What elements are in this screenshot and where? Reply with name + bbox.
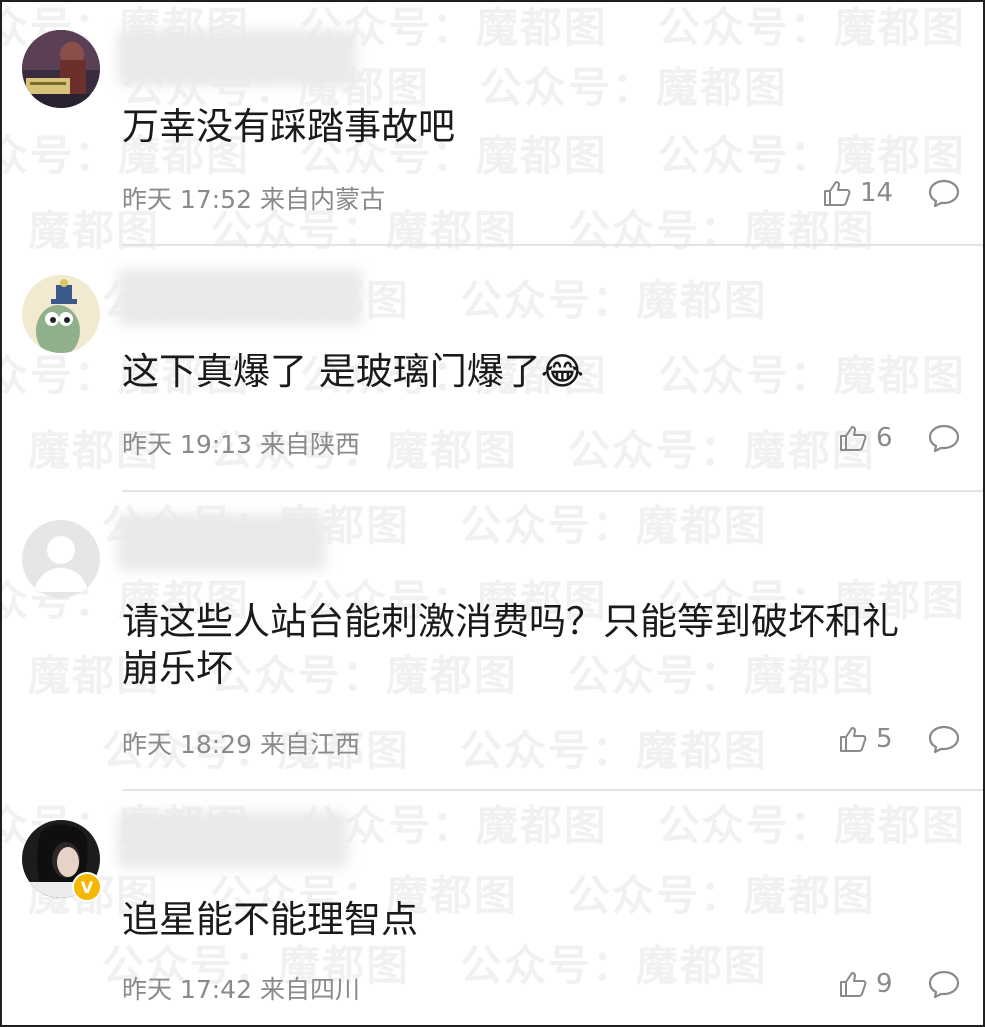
comment-bubble-icon[interactable] xyxy=(927,724,961,754)
like-button[interactable]: 14 xyxy=(822,178,893,208)
thumbs-up-icon xyxy=(824,181,851,206)
comment-time: 昨天 18:29 xyxy=(122,730,252,759)
verified-badge-icon: V xyxy=(72,872,102,902)
comment-location: 来自内蒙古 xyxy=(259,185,385,214)
comment-text-line: 请这些人站台能刺激消费吗？只能等到破坏和礼 xyxy=(122,600,899,643)
thumbs-up-icon xyxy=(840,426,867,451)
comment-meta: 昨天 19:13 来自陕西 xyxy=(122,425,360,461)
comment-item: 万幸没有踩踏事故吧 昨天 17:52 来自内蒙古 14 xyxy=(2,2,983,247)
avatar[interactable] xyxy=(22,520,100,598)
like-button[interactable]: 9 xyxy=(838,969,893,999)
like-button[interactable]: 6 xyxy=(838,423,893,453)
comment-location: 来自江西 xyxy=(259,730,360,759)
username-redacted xyxy=(118,30,356,86)
comment-text: 追星能不能理智点 xyxy=(122,898,418,941)
comment-location: 来自陕西 xyxy=(259,430,360,459)
like-count: 14 xyxy=(860,178,894,208)
comment-item: 这下真爆了 是玻璃门爆了😂 昨天 19:13 来自陕西 6 xyxy=(2,247,983,492)
avatar[interactable] xyxy=(22,30,100,108)
comment-time: 昨天 17:52 xyxy=(122,185,252,214)
comment-text: 请这些人站台能刺激消费吗？只能等到破坏和礼 崩乐坏 xyxy=(122,598,899,692)
comment-meta: 昨天 17:42 来自四川 xyxy=(122,970,360,1006)
comment-item: V 追星能不能理智点 昨天 17:42 来自四川 9 xyxy=(2,792,983,1025)
comment-location: 来自四川 xyxy=(259,975,360,1004)
comment-time: 昨天 17:42 xyxy=(122,975,252,1004)
divider xyxy=(122,789,983,791)
username-redacted xyxy=(118,269,362,325)
comment-list: 公众号：魔都图 公众号：魔都图 公众号：魔都图 公众号：魔都图 公众号：魔都图 … xyxy=(0,0,985,1027)
thumbs-up-icon xyxy=(840,972,867,997)
like-button[interactable]: 5 xyxy=(838,724,893,754)
comment-meta: 昨天 18:29 来自江西 xyxy=(122,725,360,761)
comment-text: 万幸没有踩踏事故吧 xyxy=(122,105,455,148)
comment-bubble-icon[interactable] xyxy=(927,423,961,453)
comment-bubble-icon[interactable] xyxy=(927,969,961,999)
thumbs-up-icon xyxy=(840,727,867,752)
comment-text-line: 崩乐坏 xyxy=(122,647,233,690)
username-redacted xyxy=(118,812,348,868)
like-count: 6 xyxy=(876,423,893,453)
avatar[interactable] xyxy=(22,275,100,353)
like-count: 5 xyxy=(876,724,893,754)
comment-text: 这下真爆了 是玻璃门爆了😂 xyxy=(122,350,584,393)
username-redacted xyxy=(118,514,326,570)
comment-item: 请这些人站台能刺激消费吗？只能等到破坏和礼 崩乐坏 昨天 18:29 来自江西 … xyxy=(2,492,983,792)
comment-bubble-icon[interactable] xyxy=(927,178,961,208)
divider xyxy=(122,244,983,246)
comment-meta: 昨天 17:52 来自内蒙古 xyxy=(122,180,385,216)
comment-time: 昨天 19:13 xyxy=(122,430,252,459)
like-count: 9 xyxy=(876,969,893,999)
